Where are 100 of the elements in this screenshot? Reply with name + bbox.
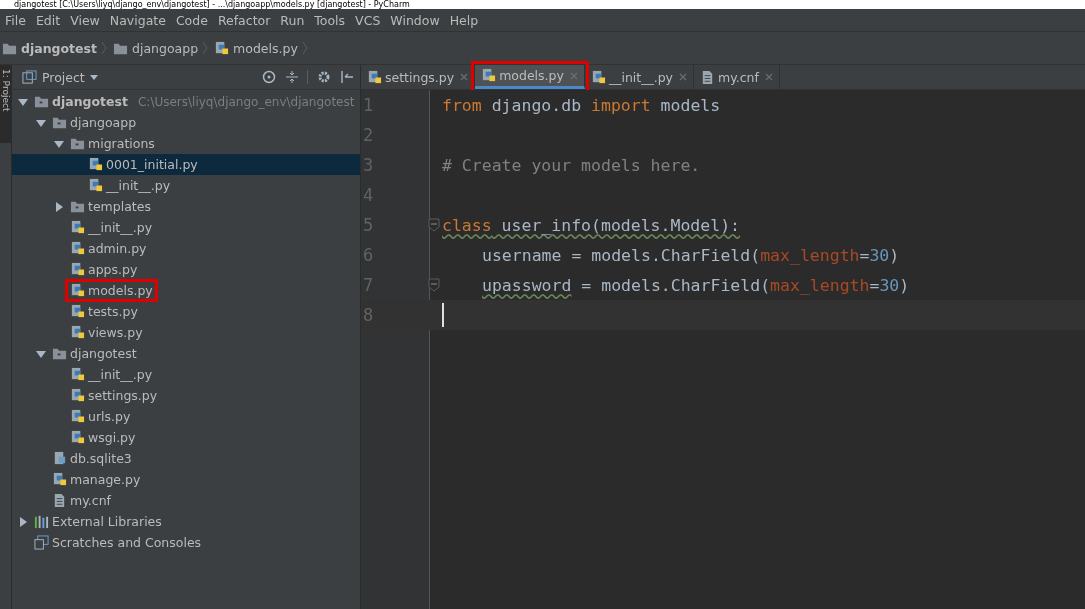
folder-icon — [70, 136, 85, 151]
tree-item-label: djangotest — [52, 94, 128, 109]
hide-icon[interactable] — [340, 70, 354, 84]
tree-item[interactable]: settings.py — [12, 385, 360, 406]
breadcrumb-item[interactable]: djangotest — [21, 40, 97, 56]
tree-item-label: models.py — [88, 283, 153, 298]
menu-item[interactable]: View — [65, 12, 105, 28]
tree-item-label: migrations — [88, 136, 155, 151]
menu-item[interactable]: Code — [170, 12, 213, 28]
tree-item-label: djangoapp — [70, 115, 137, 130]
library-icon — [34, 514, 49, 529]
menu-item[interactable]: Tools — [309, 12, 351, 28]
python-file-icon — [88, 178, 103, 193]
expand-arrow-icon[interactable] — [18, 516, 28, 527]
python-file-icon — [70, 283, 85, 298]
tree-item[interactable]: __init__.py — [12, 175, 360, 196]
breadcrumb-item[interactable]: models.py — [233, 40, 298, 56]
python-file-icon — [481, 68, 497, 83]
tree-item-label: urls.py — [88, 409, 131, 424]
expand-arrow-icon[interactable] — [54, 201, 64, 212]
tree-item-label: djangotest — [70, 346, 137, 361]
python-file-icon — [214, 40, 230, 56]
tree-item-label: settings.py — [88, 388, 158, 403]
tree-item[interactable]: my.cnf — [12, 490, 360, 511]
menu-item[interactable]: VCS — [350, 12, 386, 28]
code-line: upassword = models.CharField(max_length=30) — [482, 275, 910, 295]
tree-item[interactable]: views.py — [12, 322, 360, 343]
tree-item[interactable]: __init__.py — [12, 364, 360, 385]
expand-arrow-icon[interactable] — [18, 96, 28, 107]
python-file-icon — [70, 430, 85, 445]
tree-item[interactable]: tests.py — [12, 301, 360, 322]
tree-item-label: views.py — [88, 325, 143, 340]
console-icon — [34, 535, 49, 550]
menu-item[interactable]: Navigate — [104, 12, 171, 28]
tree-item-label: __init__.py — [106, 178, 171, 193]
project-tool-tab[interactable]: 1: Project — [0, 65, 11, 143]
target-icon[interactable] — [262, 70, 276, 84]
tree-item[interactable]: __init__.py — [12, 217, 360, 238]
text-file-icon — [52, 493, 67, 508]
caret-icon[interactable] — [89, 74, 98, 80]
python-file-icon — [70, 220, 85, 235]
tree-item[interactable]: models.py — [12, 280, 360, 301]
tree-item[interactable]: 0001_initial.py — [12, 154, 360, 175]
menu-item[interactable]: Edit — [30, 12, 66, 28]
python-file-icon — [88, 157, 103, 172]
tree-item[interactable]: djangotest C:\Users\liyq\django_env\djangotest — [12, 91, 360, 112]
database-file-icon — [52, 451, 67, 466]
expand-arrow-icon[interactable] — [36, 348, 46, 359]
chevron-icon — [301, 41, 308, 55]
menu-item[interactable]: Help — [444, 12, 484, 28]
tree-item-label: templates — [88, 199, 151, 214]
python-file-icon — [70, 325, 85, 340]
tree-item-label: manage.py — [70, 472, 141, 487]
tree-item-label: __init__.py — [88, 220, 153, 235]
python-file-icon — [590, 69, 606, 85]
code-line: class user_info(models.Model): — [442, 215, 741, 235]
code-line: from django.db import models — [442, 95, 721, 115]
editor-tab[interactable]: my.cnf — [694, 65, 780, 89]
expand-arrow-icon[interactable] — [54, 138, 64, 149]
folder-icon — [70, 199, 85, 214]
text-file-icon — [700, 69, 715, 85]
tree-item-label: 0001_initial.py — [106, 157, 198, 172]
tree-item[interactable]: templates — [12, 196, 360, 217]
panel-title[interactable]: Project — [42, 69, 85, 85]
python-file-icon — [70, 409, 85, 424]
tree-item[interactable]: apps.py — [12, 259, 360, 280]
breadcrumb-item[interactable]: djangoapp — [132, 40, 199, 56]
menu-item[interactable]: File — [0, 12, 31, 28]
window-title: djangotest [C:\Users\liyq\django_env\djangotest] - ...\djangoapp\models.py [djangotest] - PyCharm — [13, 0, 410, 9]
settings-icon[interactable] — [317, 70, 331, 84]
code-line: username = models.CharField(max_length=30) — [482, 245, 900, 265]
tree-item[interactable]: urls.py — [12, 406, 360, 427]
tree-item-label: Scratches and Consoles — [52, 535, 202, 550]
tree-item[interactable]: Scratches and Consoles — [12, 532, 360, 553]
collapse-icon[interactable] — [285, 70, 299, 84]
tree-item-label: admin.py — [88, 241, 147, 256]
tree-item[interactable]: manage.py — [12, 469, 360, 490]
folder-icon — [34, 94, 49, 109]
python-file-icon — [70, 304, 85, 319]
tree-item[interactable]: wsgi.py — [12, 427, 360, 448]
tree-item[interactable]: djangotest — [12, 343, 360, 364]
tree-item[interactable]: djangoapp — [12, 112, 360, 133]
tree-item-label: External Libraries — [52, 514, 162, 529]
tree-item[interactable]: admin.py — [12, 238, 360, 259]
python-file-icon — [70, 262, 85, 277]
tree-item[interactable]: db.sqlite3 — [12, 448, 360, 469]
editor-tab[interactable]: __init__.py — [584, 65, 694, 89]
python-file-icon — [70, 241, 85, 256]
menu-item[interactable]: Refactor — [212, 12, 276, 28]
menu-item[interactable]: Run — [275, 12, 310, 28]
expand-arrow-icon[interactable] — [36, 117, 46, 128]
tree-item[interactable]: migrations — [12, 133, 360, 154]
project-icon — [22, 69, 37, 85]
python-file-icon — [52, 472, 67, 487]
menu-item[interactable]: Window — [385, 12, 445, 28]
chevron-icon — [101, 41, 107, 55]
tree-item[interactable]: External Libraries — [12, 511, 360, 532]
tree-item-label: db.sqlite3 — [70, 451, 132, 466]
tree-item-label: tests.py — [88, 304, 138, 319]
chevron-icon — [202, 41, 209, 55]
